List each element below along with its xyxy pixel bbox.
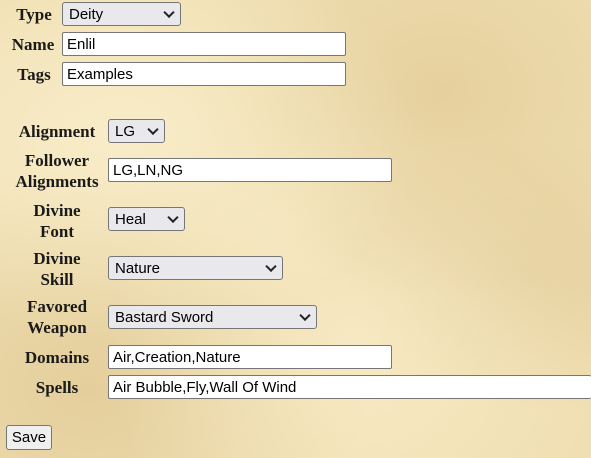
follower-alignments-label: Follower Alignments — [8, 150, 106, 192]
divine-font-select[interactable]: Heal — [108, 207, 185, 231]
tags-input[interactable]: Examples — [62, 62, 346, 86]
name-label: Name — [11, 35, 55, 54]
favored-weapon-label: Favored Weapon — [8, 296, 106, 338]
divine-skill-select[interactable]: Nature — [108, 256, 283, 280]
divine-font-select-value: Heal — [115, 210, 146, 228]
divine-skill-label-line2: Skill — [40, 270, 74, 289]
alignment-select[interactable]: LG — [108, 119, 165, 143]
name-input[interactable]: Enlil — [62, 32, 346, 56]
favored-weapon-label-line1: Favored — [26, 297, 88, 316]
follower-alignments-label-line1: Follower — [24, 151, 90, 170]
divine-skill-label: Divine Skill — [8, 248, 106, 290]
chevron-down-icon — [265, 260, 277, 273]
favored-weapon-select[interactable]: Bastard Sword — [108, 305, 317, 329]
favored-weapon-label-line2: Weapon — [27, 318, 87, 337]
save-button[interactable]: Save — [6, 425, 52, 450]
follower-alignments-input[interactable]: LG,LN,NG — [108, 158, 392, 182]
favored-weapon-select-value: Bastard Sword — [115, 308, 214, 326]
domains-input[interactable]: Air,Creation,Nature — [108, 345, 392, 369]
follower-alignments-label-line2: Alignments — [15, 172, 99, 191]
chevron-down-icon — [167, 211, 179, 224]
spells-input[interactable]: Air Bubble,Fly,Wall Of Wind — [108, 375, 591, 399]
chevron-down-icon — [299, 309, 311, 322]
chevron-down-icon — [147, 123, 159, 136]
divine-font-label-line1: Divine — [33, 201, 81, 220]
divine-skill-select-value: Nature — [115, 259, 161, 277]
divine-skill-label-line1: Divine — [33, 249, 81, 268]
spells-label: Spells — [35, 378, 79, 397]
type-select-value: Deity — [69, 5, 104, 23]
chevron-down-icon — [163, 6, 175, 19]
tags-label: Tags — [17, 65, 51, 84]
alignment-select-value: LG — [115, 122, 136, 140]
divine-font-label: Divine Font — [8, 200, 106, 242]
type-select[interactable]: Deity — [62, 2, 181, 26]
alignment-label: Alignment — [18, 122, 96, 141]
type-label: Type — [16, 5, 52, 24]
divine-font-label-line2: Font — [40, 222, 74, 241]
domains-label: Domains — [24, 348, 90, 367]
